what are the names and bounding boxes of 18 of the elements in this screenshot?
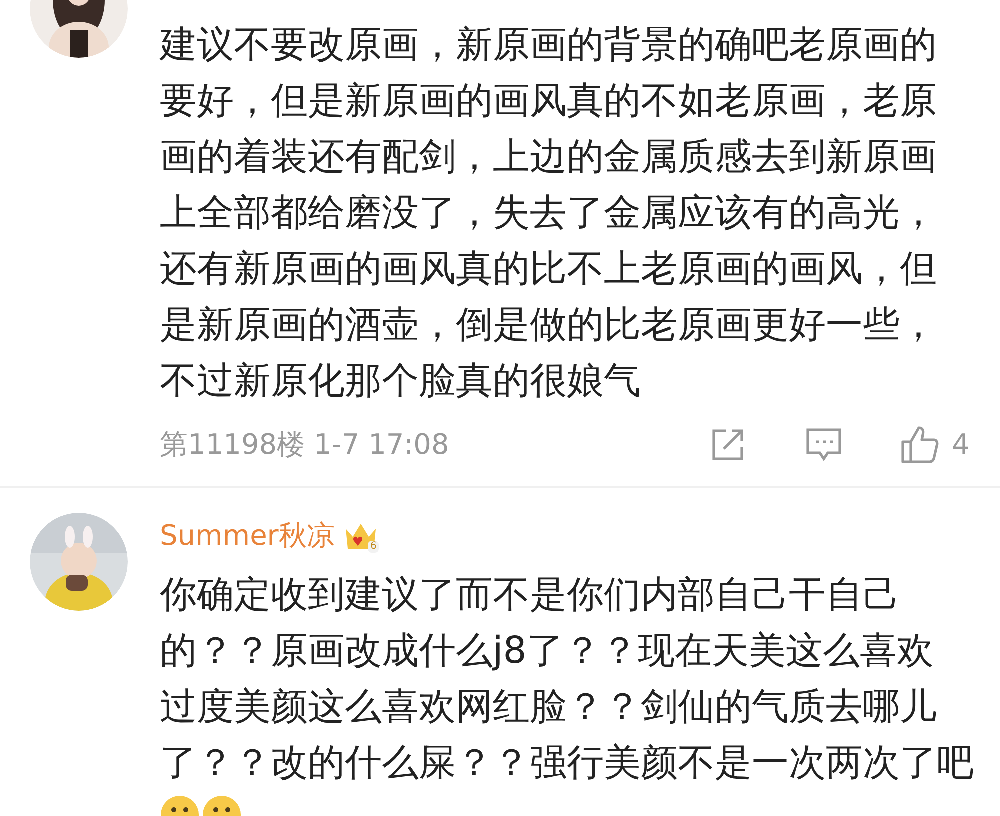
comment-text-line: 的？？原画改成什么j8了？？现在天美这么喜欢 bbox=[160, 628, 934, 674]
comment-text-line: 还有新原画的画风真的比不上老原画的画风，但 bbox=[160, 246, 937, 292]
comment-text-line: 你确定收到建议了而不是你们内部自己干自己 bbox=[160, 572, 900, 618]
level-badge: 6 bbox=[368, 541, 379, 553]
username[interactable]: Summer秋凉 bbox=[160, 515, 335, 557]
comment-text-line: 了？？改的什么屎？？强行美颜不是一次两次了吧 bbox=[160, 740, 974, 786]
floor-and-time: 第11198楼 1-7 17:08 bbox=[160, 427, 450, 463]
comment-text-line: 上全部都给磨没了，失去了金属应该有的高光， bbox=[160, 190, 937, 236]
like-button[interactable]: 4 bbox=[900, 424, 970, 466]
thumbs-up-icon bbox=[900, 425, 940, 465]
share-icon bbox=[710, 427, 746, 463]
comment-text-line: 是新原画的酒壶，倒是做的比老原画更好一些， bbox=[160, 302, 937, 348]
comment-text-line: 建议不要改原画，新原画的背景的确吧老原画的 bbox=[160, 22, 937, 68]
comment-text-line: 画的着装还有配剑，上边的金属质感去到新原画 bbox=[160, 134, 937, 180]
comment-icon bbox=[805, 427, 844, 463]
comment-text-line: 过度美颜这么喜欢网红脸？？剑仙的气质去哪儿 bbox=[160, 684, 937, 730]
comment-text-line: 不过新原化那个脸真的很娘气 bbox=[160, 358, 641, 404]
comment-text-line: 要好，但是新原画的画风真的不如老原画，老原 bbox=[160, 78, 937, 124]
